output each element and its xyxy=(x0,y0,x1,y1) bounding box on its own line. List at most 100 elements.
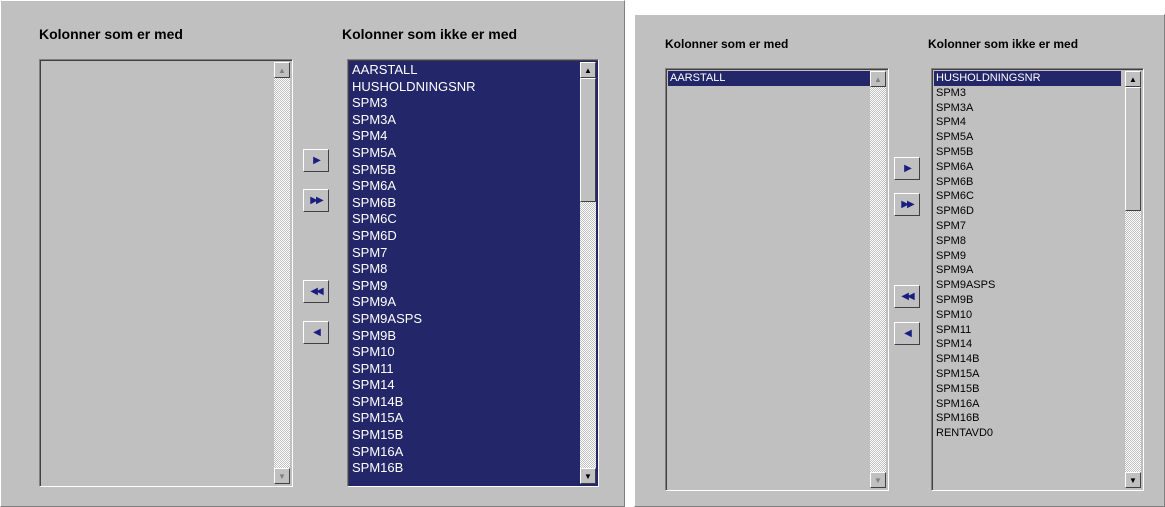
list-item[interactable]: SPM3 xyxy=(934,86,1121,101)
scroll-down-arrow-icon: ▼ xyxy=(1129,475,1137,485)
scroll-down-arrow-icon: ▼ xyxy=(584,471,592,481)
list-item[interactable]: SPM15A xyxy=(934,367,1121,382)
list-item[interactable]: SPM9 xyxy=(934,249,1121,264)
list-item[interactable]: HUSHOLDNINGSNR xyxy=(934,71,1121,86)
triangle-right-icon: ▶ xyxy=(904,162,912,174)
list-item[interactable]: SPM6D xyxy=(934,204,1121,219)
list-item[interactable]: SPM5B xyxy=(350,161,576,179)
list-item[interactable]: SPM16B xyxy=(934,411,1121,426)
excluded-list-scrollbar[interactable]: ▲ ▼ xyxy=(580,62,596,484)
excluded-columns-header: Kolonner som ikke er med xyxy=(342,26,518,42)
scroll-down-button[interactable]: ▼ xyxy=(274,468,290,484)
list-item[interactable]: SPM3 xyxy=(350,95,576,112)
list-item[interactable]: SPM9ASPS xyxy=(350,310,576,328)
list-item[interactable]: SPM7 xyxy=(350,244,576,262)
included-columns-list[interactable]: ▲ ▼ xyxy=(39,59,293,487)
scroll-up-button[interactable]: ▲ xyxy=(1125,71,1141,87)
move-all-left-button[interactable]: ◀◀ xyxy=(894,285,920,308)
list-item[interactable]: SPM6D xyxy=(350,227,576,245)
list-item[interactable]: SPM4 xyxy=(350,128,576,145)
list-item[interactable]: SPM10 xyxy=(934,308,1121,323)
list-item[interactable]: SPM9B xyxy=(350,327,576,345)
double-triangle-right-icon: ▶▶ xyxy=(310,194,323,206)
list-item[interactable]: SPM6C xyxy=(934,189,1121,204)
list-item[interactable]: SPM3A xyxy=(934,101,1121,116)
list-item[interactable]: SPM14 xyxy=(934,337,1121,352)
list-item[interactable]: SPM14B xyxy=(350,393,576,411)
scroll-up-button[interactable]: ▲ xyxy=(274,62,290,78)
list-item[interactable]: SPM8 xyxy=(934,234,1121,249)
list-item[interactable]: RENTAVD0 xyxy=(934,426,1121,441)
move-one-right-button[interactable]: ▶ xyxy=(894,157,920,180)
scroll-up-arrow-icon: ▲ xyxy=(278,65,286,75)
included-columns-items: AARSTALL xyxy=(668,71,870,488)
scrollbar-thumb[interactable] xyxy=(580,78,596,202)
excluded-columns-items: HUSHOLDNINGSNR SPM3 SPM3A SPM4 SPM5A SPM5B SPM… xyxy=(934,71,1121,488)
scroll-up-arrow-icon: ▲ xyxy=(1129,74,1137,84)
move-all-left-button[interactable]: ◀◀ xyxy=(303,280,329,303)
excluded-list-scrollbar[interactable]: ▲ ▼ xyxy=(1125,71,1141,488)
scroll-up-arrow-icon: ▲ xyxy=(874,74,882,84)
list-item[interactable]: SPM9ASPS xyxy=(934,278,1121,293)
list-item[interactable]: SPM15B xyxy=(934,382,1121,397)
list-item[interactable]: SPM6B xyxy=(934,175,1121,190)
move-all-right-button[interactable]: ▶▶ xyxy=(303,189,329,212)
double-triangle-left-icon: ◀◀ xyxy=(901,290,914,302)
excluded-columns-items: AARSTALL HUSHOLDNINGSNR SPM3 SPM3A SPM4 SPM5A… xyxy=(350,62,576,484)
scroll-up-button[interactable]: ▲ xyxy=(870,71,886,87)
list-item[interactable]: SPM16B xyxy=(350,460,576,477)
list-item[interactable]: SPM6B xyxy=(350,194,576,212)
excluded-columns-list[interactable]: HUSHOLDNINGSNR SPM3 SPM3A SPM4 SPM5A SPM5B SPM… xyxy=(931,68,1144,491)
scroll-up-arrow-icon: ▲ xyxy=(584,65,592,75)
list-item[interactable]: SPM5A xyxy=(350,144,576,162)
list-item[interactable]: SPM15B xyxy=(350,427,576,444)
column-chooser-panel-1: Kolonner som er med Kolonner som ikke er… xyxy=(0,0,625,507)
list-item[interactable]: SPM8 xyxy=(350,261,576,278)
scroll-up-button[interactable]: ▲ xyxy=(580,62,596,78)
scroll-down-button[interactable]: ▼ xyxy=(1125,472,1141,488)
included-columns-items xyxy=(42,62,274,484)
list-item[interactable]: HUSHOLDNINGSNR xyxy=(350,78,576,96)
included-list-scrollbar[interactable]: ▲ ▼ xyxy=(870,71,886,488)
list-item[interactable]: SPM11 xyxy=(350,360,576,378)
list-item[interactable]: SPM6A xyxy=(934,160,1121,175)
list-item[interactable]: SPM9A xyxy=(350,294,576,311)
list-item[interactable]: SPM9B xyxy=(934,293,1121,308)
move-all-right-button[interactable]: ▶▶ xyxy=(894,193,920,216)
list-item[interactable]: SPM6A xyxy=(350,178,576,195)
list-item[interactable]: SPM4 xyxy=(934,115,1121,130)
scroll-down-arrow-icon: ▼ xyxy=(874,475,882,485)
list-item[interactable]: SPM9 xyxy=(350,277,576,295)
list-item[interactable]: SPM5B xyxy=(934,145,1121,160)
list-item[interactable]: SPM7 xyxy=(934,219,1121,234)
double-triangle-left-icon: ◀◀ xyxy=(310,285,323,297)
excluded-columns-list[interactable]: AARSTALL HUSHOLDNINGSNR SPM3 SPM3A SPM4 SPM5A… xyxy=(347,59,599,487)
list-item[interactable]: AARSTALL xyxy=(668,71,870,86)
scroll-down-button[interactable]: ▼ xyxy=(580,468,596,484)
list-item[interactable]: SPM9A xyxy=(934,263,1121,278)
list-item[interactable]: SPM6C xyxy=(350,211,576,228)
list-item[interactable]: SPM3A xyxy=(350,111,576,129)
list-item[interactable]: SPM15A xyxy=(350,410,576,428)
list-item[interactable]: SPM14 xyxy=(350,377,576,394)
list-item[interactable]: SPM16A xyxy=(934,397,1121,412)
move-one-left-button[interactable]: ◀ xyxy=(894,322,920,345)
list-item[interactable]: AARSTALL xyxy=(350,62,576,79)
list-item[interactable]: SPM16A xyxy=(350,443,576,461)
list-item[interactable]: SPM14B xyxy=(934,352,1121,367)
scrollbar-thumb[interactable] xyxy=(1125,87,1141,211)
scroll-down-button[interactable]: ▼ xyxy=(870,472,886,488)
move-one-left-button[interactable]: ◀ xyxy=(303,321,329,344)
list-item[interactable]: SPM5A xyxy=(934,130,1121,145)
included-columns-list[interactable]: AARSTALL ▲ ▼ xyxy=(665,68,889,491)
included-columns-header: Kolonner som er med xyxy=(665,37,789,51)
scroll-down-arrow-icon: ▼ xyxy=(278,471,286,481)
excluded-columns-header: Kolonner som ikke er med xyxy=(928,37,1079,51)
column-chooser-panel-2: Kolonner som er med Kolonner som ikke er… xyxy=(634,14,1165,507)
triangle-left-icon: ◀ xyxy=(313,326,321,338)
move-one-right-button[interactable]: ▶ xyxy=(303,149,329,172)
list-item[interactable]: SPM11 xyxy=(934,323,1121,338)
list-item[interactable]: SPM10 xyxy=(350,344,576,361)
included-list-scrollbar[interactable]: ▲ ▼ xyxy=(274,62,290,484)
triangle-right-icon: ▶ xyxy=(313,154,321,166)
